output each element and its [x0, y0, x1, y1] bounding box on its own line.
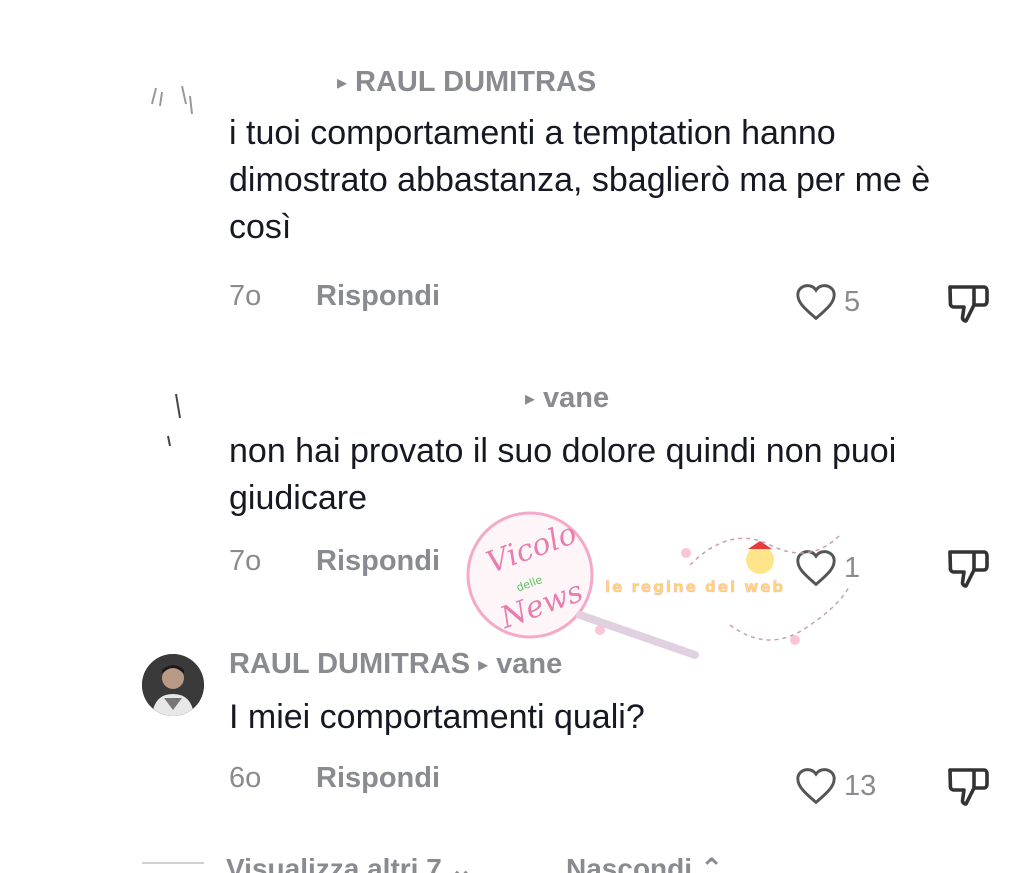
author-name[interactable]: RAUL DUMITRAS: [229, 648, 470, 681]
dislike-button[interactable]: [944, 281, 992, 330]
redacted-username-part: [417, 387, 517, 410]
like-count: 1: [844, 551, 861, 584]
like-button[interactable]: 5: [794, 282, 860, 322]
redacted-username: [229, 387, 409, 410]
comment-text: non hai provato il suo dolore quindi non…: [229, 432, 897, 517]
reply-button[interactable]: Rispondi: [316, 545, 440, 578]
dislike-button[interactable]: [944, 546, 992, 595]
show-more-replies-button[interactable]: Visualizza altri 7 ⌄: [226, 852, 473, 873]
comment-text: i tuoi comportamenti a temptation hanno …: [229, 114, 931, 246]
watermark-brand-small: delle: [515, 573, 545, 594]
avatar[interactable]: [142, 74, 204, 136]
avatar[interactable]: [142, 388, 204, 450]
reply-to-name[interactable]: vane: [496, 648, 562, 681]
like-button[interactable]: 1: [794, 548, 860, 588]
comment-text: I miei comportamenti quali?: [229, 698, 645, 736]
avatar-redacted-icon: [167, 393, 181, 447]
hide-label: Nascondi: [566, 853, 693, 873]
comment-meta: 6o Rispondi: [229, 762, 440, 795]
reply-arrow-icon: ▸: [478, 654, 489, 676]
comment-header: ▸ RAUL DUMITRAS: [229, 66, 596, 99]
chevron-down-icon: ⌄: [449, 853, 474, 873]
watermark-tagline: le regine dei web: [605, 578, 785, 596]
comment-header: RAUL DUMITRAS ▸ vane: [229, 648, 562, 681]
comment-meta: 7o Rispondi: [229, 280, 440, 313]
show-more-label: Visualizza altri 7: [226, 853, 442, 873]
comment-time: 7o: [229, 280, 262, 312]
avatar-photo-icon: [142, 654, 204, 716]
comment-time: 7o: [229, 545, 262, 577]
like-count: 13: [844, 769, 877, 802]
like-button[interactable]: 13: [794, 766, 876, 806]
reply-arrow-icon: ▸: [337, 72, 348, 94]
reply-button[interactable]: Rispondi: [316, 280, 440, 313]
heart-icon: [796, 768, 836, 805]
reply-arrow-icon: ▸: [525, 388, 536, 410]
chevron-up-icon: ⌃: [699, 853, 724, 873]
avatar-redacted-icon: [151, 85, 193, 115]
comment-meta: 7o Rispondi: [229, 545, 440, 578]
replies-footer: Visualizza altri 7 ⌄ Nascondi ⌃: [0, 848, 1024, 873]
reply-to-name[interactable]: vane: [543, 382, 609, 415]
divider: [142, 862, 204, 864]
heart-icon: [796, 550, 836, 587]
reply-to-name[interactable]: RAUL DUMITRAS: [355, 66, 596, 99]
watermark-brand-2: News: [495, 574, 588, 636]
comment-header: ▸ vane: [229, 382, 609, 415]
thumbs-down-icon: [948, 285, 989, 323]
hide-replies-button[interactable]: Nascondi ⌃: [566, 852, 723, 873]
reply-button[interactable]: Rispondi: [316, 762, 440, 795]
thumbs-down-icon: [948, 550, 989, 588]
dislike-button[interactable]: [944, 764, 992, 813]
redacted-username: [229, 71, 329, 94]
like-count: 5: [844, 285, 861, 318]
watermark-brand-1: Vicolo: [482, 516, 582, 581]
thumbs-down-icon: [948, 768, 989, 806]
avatar[interactable]: [142, 654, 204, 716]
heart-icon: [796, 284, 836, 321]
comment-time: 6o: [229, 762, 262, 794]
